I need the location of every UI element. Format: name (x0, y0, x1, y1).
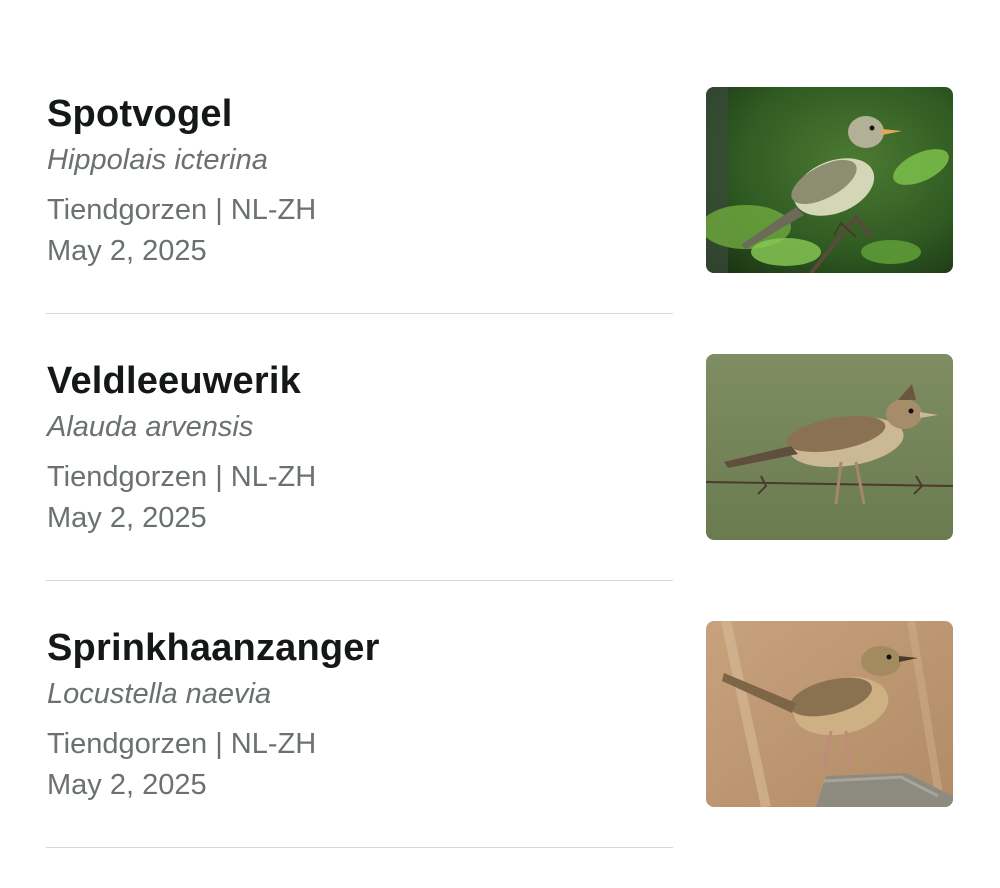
bird-photo[interactable] (706, 354, 953, 540)
bird-photo-spotvogel-icon (706, 87, 953, 273)
bird-photo-veldleeuwerik-icon (706, 354, 953, 540)
sighting-date: May 2, 2025 (47, 502, 207, 534)
location-label: Tiendgorzen | NL-ZH (47, 194, 317, 226)
common-name: Veldleeuwerik (47, 360, 301, 402)
bird-photo-sprinkhaanzanger-icon (706, 621, 953, 807)
bird-photo[interactable] (706, 621, 953, 807)
sighting-date: May 2, 2025 (47, 769, 207, 801)
location-label: Tiendgorzen | NL-ZH (47, 461, 317, 493)
row-divider (46, 313, 673, 314)
common-name: Spotvogel (47, 93, 233, 135)
scientific-name: Locustella naevia (47, 678, 272, 710)
sighting-date: May 2, 2025 (47, 235, 207, 267)
row-divider (46, 847, 673, 848)
common-name: Sprinkhaanzanger (47, 627, 380, 669)
bird-photo[interactable] (706, 87, 953, 273)
row-divider (46, 580, 673, 581)
scientific-name: Alauda arvensis (47, 411, 254, 443)
scientific-name: Hippolais icterina (47, 144, 268, 176)
location-label: Tiendgorzen | NL-ZH (47, 728, 317, 760)
